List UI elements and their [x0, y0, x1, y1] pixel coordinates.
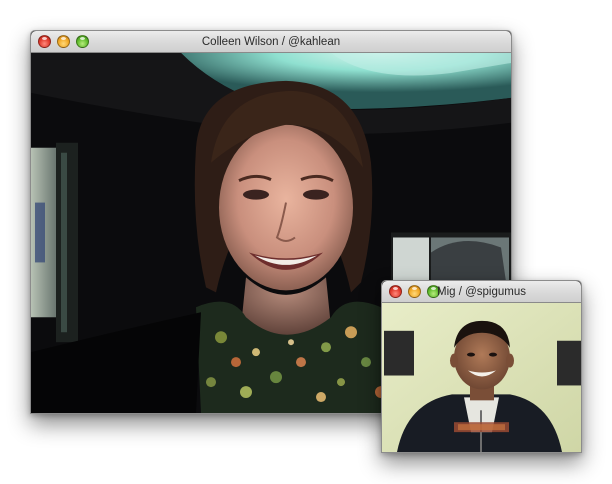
video-frame-man — [382, 303, 581, 452]
main-window-title: Colleen Wilson / @kahlean — [201, 36, 341, 48]
desktop: Colleen Wilson / @kahlean Mig / @spigumu… — [0, 0, 612, 484]
small-window-title: Mig / @spigumus — [436, 286, 526, 298]
small-window-titlebar[interactable]: Mig / @spigumus — [382, 281, 581, 303]
self-view-window[interactable]: Mig / @spigumus — [381, 280, 582, 453]
self-video-feed — [382, 303, 581, 452]
main-window-titlebar[interactable]: Colleen Wilson / @kahlean — [31, 31, 511, 53]
